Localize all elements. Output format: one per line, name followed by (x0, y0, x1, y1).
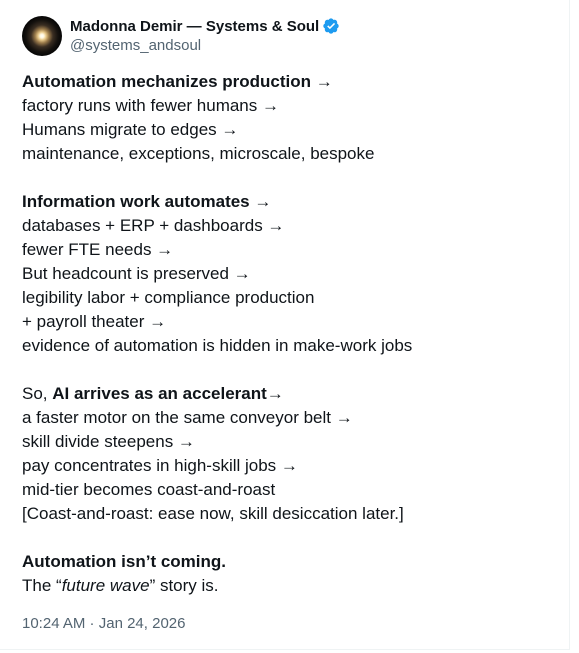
text-segment: → (249, 192, 272, 211)
text-line: + payroll theater → (22, 312, 167, 331)
text-segment: → (266, 384, 284, 403)
text-line: maintenance, exceptions, microscale, bes… (22, 144, 375, 163)
text-line: fewer FTE needs → (22, 240, 174, 259)
text-line: Information work automates → (22, 190, 562, 214)
bold-text: Automation isn’t coming. (22, 552, 226, 571)
bold-text: Information work automates (22, 192, 250, 211)
text-line: legibility labor + compliance production (22, 288, 315, 307)
tweet-header: Madonna Demir — Systems & Soul @systems_… (22, 14, 340, 58)
text-line: factory runs with fewer humans → (22, 96, 279, 115)
text-line: But headcount is preserved → (22, 264, 251, 283)
verified-badge-icon[interactable] (322, 17, 340, 35)
text-line: databases + ERP + dashboards → (22, 216, 285, 235)
text-line: So, AI arrives as an accelerant→ (22, 382, 562, 406)
post-time[interactable]: 10:24 AM (22, 615, 85, 632)
text-line: [Coast-and-roast: ease now, skill desicc… (22, 504, 404, 523)
text-segment: ” story is. (149, 576, 219, 595)
text-line: The “future wave” story is. (22, 574, 562, 598)
text-segment: So, (22, 384, 53, 403)
bold-text: AI arrives as an accelerant (52, 384, 267, 403)
text-line: Automation mechanizes production → (22, 70, 562, 94)
text-line: mid-tier becomes coast-and-roast (22, 480, 276, 499)
timestamp-separator: · (85, 615, 99, 632)
author-display-name[interactable]: Madonna Demir — Systems & Soul (70, 18, 319, 35)
text-line: evidence of automation is hidden in make… (22, 336, 413, 355)
author-handle[interactable]: @systems_andsoul (70, 36, 340, 56)
avatar[interactable] (22, 16, 62, 56)
tweet-card: Madonna Demir — Systems & Soul @systems_… (0, 0, 570, 650)
text-segment: → (311, 72, 333, 91)
text-line: a faster motor on the same conveyor belt… (22, 408, 353, 427)
text-line: Automation isn’t coming. (22, 550, 562, 574)
tweet-timestamp: 10:24 AM · Jan 24, 2026 (22, 614, 185, 634)
tweet-text: Automation mechanizes production → facto… (22, 70, 562, 598)
author-identity: Madonna Demir — Systems & Soul @systems_… (70, 16, 340, 56)
bold-text: Automation mechanizes production (22, 72, 312, 91)
text-line: pay concentrates in high-skill jobs → (22, 456, 298, 475)
text-line: skill divide steepens → (22, 432, 195, 451)
italic-text: future wave (61, 576, 150, 595)
author-name-row: Madonna Demir — Systems & Soul (70, 16, 340, 36)
text-line: Humans migrate to edges → (22, 120, 239, 139)
text-segment: The “ (22, 576, 62, 595)
post-date[interactable]: Jan 24, 2026 (99, 615, 186, 632)
